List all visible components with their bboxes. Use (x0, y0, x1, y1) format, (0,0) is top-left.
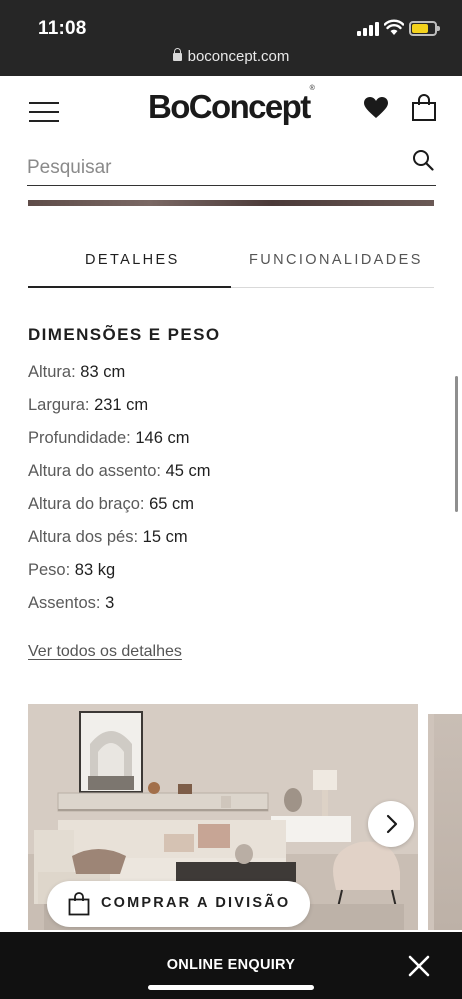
tab-features[interactable]: FUNCIONALIDADES (249, 252, 423, 268)
spec-label: Altura do braço: (28, 495, 145, 513)
detail-tabs: DETALHES FUNCIONALIDADES (28, 240, 434, 288)
home-indicator[interactable] (148, 985, 314, 990)
spec-label: Altura: (28, 363, 76, 381)
spec-width: Largura: 231 cm (28, 394, 408, 427)
next-room-image-peek[interactable] (428, 714, 462, 930)
spec-value: 83 kg (74, 561, 116, 579)
spec-leg-height: Altura dos pés: 15 cm (28, 526, 408, 559)
spec-seats: Assentos: 3 (28, 592, 408, 625)
scrollbar[interactable] (455, 376, 458, 512)
wifi-icon (384, 19, 404, 35)
battery-icon (409, 21, 440, 36)
url-text: boconcept.com (187, 48, 290, 65)
spec-value: 83 cm (80, 363, 126, 381)
spec-value: 3 (105, 594, 115, 612)
search-icon[interactable] (412, 149, 434, 171)
status-bar: 11:08 boconcept.com (0, 0, 462, 76)
spec-depth: Profundidade: 146 cm (28, 427, 408, 460)
lock-icon (172, 48, 182, 61)
spec-label: Peso: (28, 561, 71, 579)
shopping-bag-icon (68, 892, 90, 916)
spec-label: Altura dos pés: (28, 528, 139, 546)
shopping-bag-icon[interactable] (411, 94, 437, 122)
online-enquiry-button[interactable]: ONLINE ENQUIRY (0, 957, 462, 973)
dimensions-title: DIMENSÕES E PESO (28, 325, 221, 344)
tab-details[interactable]: DETALHES (85, 252, 180, 268)
heart-icon[interactable] (363, 96, 389, 120)
url-bar[interactable]: boconcept.com (0, 48, 462, 70)
spec-arm-height: Altura do braço: 65 cm (28, 493, 408, 526)
spec-list: Altura: 83 cm Largura: 231 cm Profundida… (28, 361, 408, 625)
search-bar (27, 146, 436, 186)
product-image-edge (28, 200, 434, 206)
chevron-right-icon (386, 814, 398, 834)
view-all-details-link[interactable]: Ver todos os detalhes (28, 643, 182, 661)
spec-label: Assentos: (28, 594, 101, 612)
carousel-next-button[interactable] (368, 801, 414, 847)
brand-logo[interactable]: BoConcept® (148, 85, 315, 126)
site-header: BoConcept® (0, 76, 462, 146)
spec-value: 45 cm (165, 462, 211, 480)
spec-value: 231 cm (94, 396, 149, 414)
active-tab-indicator (28, 285, 231, 288)
menu-icon[interactable] (29, 102, 59, 122)
logo-mark: ® (309, 85, 315, 92)
shop-the-room-label: COMPRAR A DIVISÃO (101, 895, 291, 911)
search-input[interactable] (27, 154, 397, 182)
close-icon[interactable] (406, 953, 432, 979)
spec-value: 15 cm (142, 528, 188, 546)
status-time: 11:08 (38, 18, 87, 39)
shop-the-room-button[interactable]: COMPRAR A DIVISÃO (47, 881, 310, 927)
spec-value: 146 cm (135, 429, 190, 447)
spec-value: 65 cm (149, 495, 195, 513)
spec-height: Altura: 83 cm (28, 361, 408, 394)
signal-icon (357, 22, 379, 36)
spec-seat-height: Altura do assento: 45 cm (28, 460, 408, 493)
logo-text: BoConcept (148, 88, 311, 125)
spec-label: Profundidade: (28, 429, 131, 447)
spec-weight: Peso: 83 kg (28, 559, 408, 592)
spec-label: Largura: (28, 396, 90, 414)
spec-label: Altura do assento: (28, 462, 161, 480)
